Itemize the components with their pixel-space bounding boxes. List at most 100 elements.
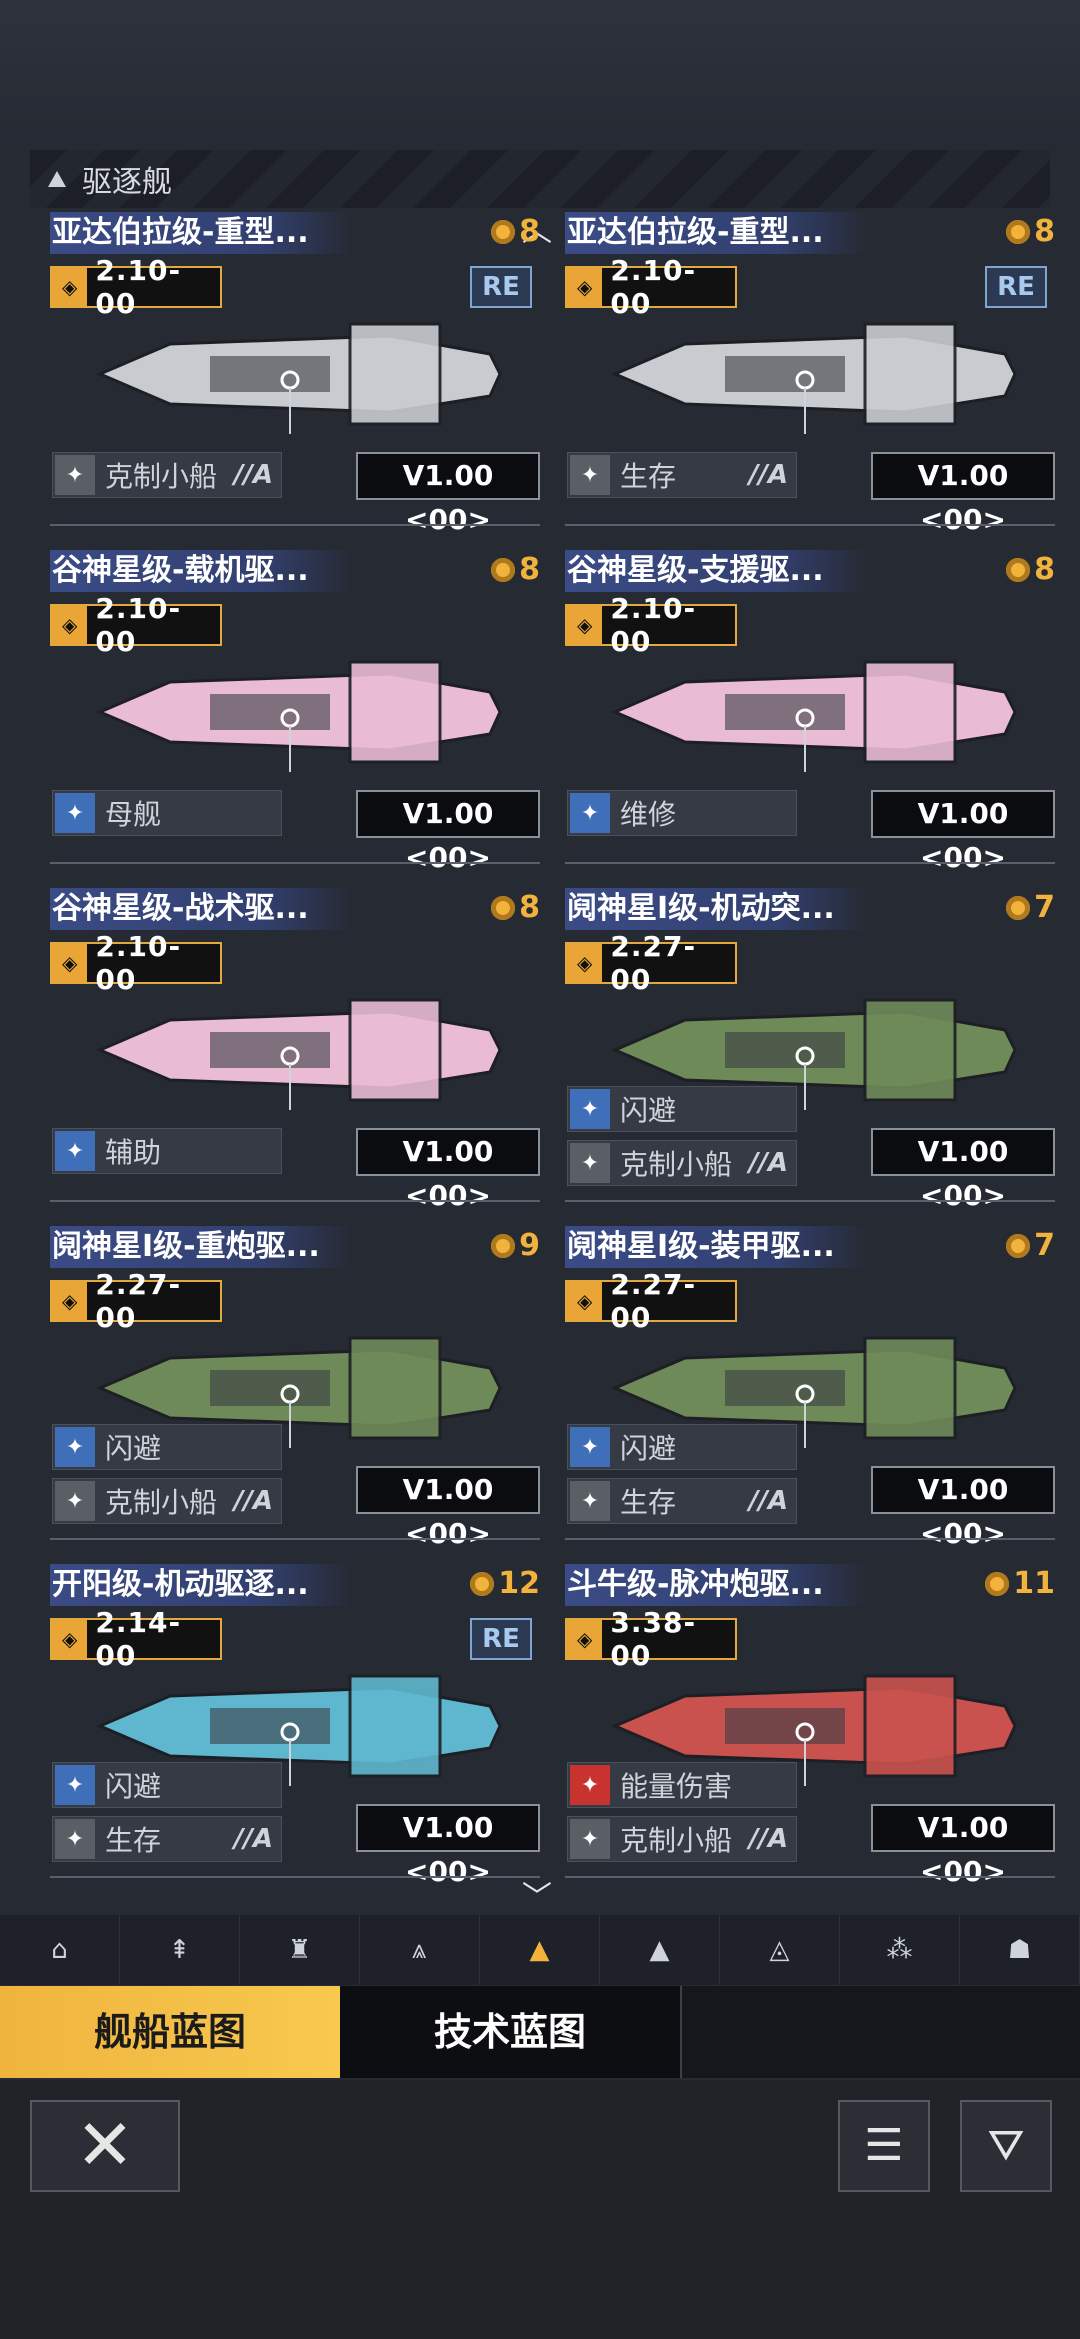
ship-role-tag: ✦ 生存 //A [567,452,797,498]
ship-version-badge: ◈ 2.10-00 [565,592,737,658]
ship-type-filter-icon[interactable]: ♜ [240,1915,360,1985]
role-label: 克制小船 [620,1148,733,1181]
ship-rank: 11 [985,1566,1055,1601]
ship-version-badge: ◈ 2.10-00 [565,254,737,320]
ship-name: 亚达伯拉级-重型... [50,212,352,254]
ship-version-badge: ◈ 2.10-00 [50,592,222,658]
clipboard-button[interactable]: ☰ [838,2100,930,2192]
ship-role-tag: ✦ 闪避 [52,1762,282,1808]
rank-medal-icon [1006,895,1031,920]
role-label: 闪避 [620,1432,677,1465]
version-icon: ◈ [567,944,603,982]
ship-card[interactable]: 阋神星I级-重炮驱... 9 ◈ 2.27-00 ✦ 闪避 ✦ 克制小船 //A… [50,1226,540,1550]
version-icon: ◈ [567,1282,603,1320]
rank-value: 8 [519,214,540,249]
ship-role-tag: ✦ 克制小船 //A [567,1140,797,1186]
rank-value: 8 [1034,214,1055,249]
rank-medal-icon [1006,557,1031,582]
role-label: 闪避 [105,1432,162,1465]
ship-image [90,980,510,1120]
ship-illustration-icon [96,322,502,434]
re-badge: RE [470,1618,532,1660]
role-grade: //A [233,460,273,490]
tab-ship-blueprint[interactable]: 舰船蓝图 [0,1986,340,2078]
ship-type-filter-icon[interactable]: ⌂ [0,1915,120,1985]
scale-ruler [50,852,540,864]
ship-version-badge: ◈ 2.27-00 [565,1268,737,1334]
rank-medal-icon [1006,219,1031,244]
release-version: V1.00 <00> [871,1466,1055,1550]
release-version: V1.00 <00> [356,452,540,536]
release-version: V1.00 <00> [356,790,540,874]
version-icon: ◈ [52,268,88,306]
rank-value: 7 [1034,890,1055,925]
ship-card[interactable]: 亚达伯拉级-重型... 8 ◈ 2.10-00 RE ✦ 克制小船 //A V1… [50,212,540,536]
ship-name: 阋神星I级-装甲驱... [565,1226,867,1268]
scale-ruler [565,514,1055,526]
ship-illustration-icon [611,660,1017,772]
scale-ruler [50,1866,540,1878]
role-icon: ✦ [570,1089,610,1129]
role-grade: //A [748,1824,788,1854]
top-background [0,0,1080,150]
release-version: V1.00 <00> [356,1466,540,1550]
role-icon: ✦ [55,1819,95,1859]
ship-card[interactable]: 斗牛级-脉冲炮驱... 11 ◈ 3.38-00 ✦ 能量伤害 ✦ 克制小船 /… [565,1564,1055,1888]
scroll-down-icon[interactable]: ﹀ [522,1872,552,1916]
scale-ruler [565,1190,1055,1202]
ship-rank: 8 [1006,552,1055,587]
rank-medal-icon [470,1571,495,1596]
rank-value: 8 [1034,552,1055,587]
role-label: 维修 [620,798,677,831]
role-icon: ✦ [570,1427,610,1467]
ship-rank: 7 [1006,1228,1055,1263]
ship-illustration-icon [96,998,502,1110]
tab-tech-blueprint[interactable]: 技术蓝图 [340,1986,682,2078]
ship-role-tag: ✦ 闪避 [52,1424,282,1470]
ship-card[interactable]: 阋神星I级-机动突... 7 ◈ 2.27-00 ✦ 闪避 ✦ 克制小船 //A… [565,888,1055,1212]
ship-card[interactable]: 阋神星I级-装甲驱... 7 ◈ 2.27-00 ✦ 闪避 ✦ 生存 //A V… [565,1226,1055,1550]
destroyer-icon [48,171,66,187]
role-icon: ✦ [55,793,95,833]
re-badge: RE [470,266,532,308]
ship-card[interactable]: 谷神星级-战术驱... 8 ◈ 2.10-00 ✦ 辅助 V1.00 <00> [50,888,540,1212]
ship-card[interactable]: 开阳级-机动驱逐... 12 ◈ 2.14-00 RE ✦ 闪避 ✦ 生存 //… [50,1564,540,1888]
version-icon: ◈ [52,1620,88,1658]
role-label: 生存 [105,1824,162,1857]
role-icon: ✦ [570,1143,610,1183]
ship-type-filter-icon[interactable]: ☗ [960,1915,1080,1985]
ship-type-filter-icon[interactable]: ⁂ [840,1915,960,1985]
role-label: 生存 [620,1486,677,1519]
ship-type-filter-icon[interactable]: ▲ [480,1915,600,1985]
version-icon: ◈ [52,944,88,982]
ship-type-filter-icon[interactable]: ▲ [600,1915,720,1985]
ship-card[interactable]: 谷神星级-支援驱... 8 ◈ 2.10-00 ✦ 维修 V1.00 <00> [565,550,1055,874]
filter-button[interactable]: ⛛ [960,2100,1052,2192]
ship-type-filter-icon[interactable]: ⩓ [360,1915,480,1985]
ship-image [605,304,1025,444]
release-version: V1.00 <00> [871,1128,1055,1212]
close-button[interactable]: ✕ [30,2100,180,2192]
role-icon: ✦ [570,455,610,495]
ship-name: 亚达伯拉级-重型... [565,212,867,254]
ship-version-badge: ◈ 2.14-00 [50,1606,222,1672]
ship-type-filter-icon[interactable]: ⇞ [120,1915,240,1985]
ship-role-tag: ✦ 能量伤害 [567,1762,797,1808]
ship-version-badge: ◈ 2.27-00 [565,930,737,996]
role-label: 闪避 [620,1094,677,1127]
ship-card[interactable]: 谷神星级-载机驱... 8 ◈ 2.10-00 ✦ 母舰 V1.00 <00> [50,550,540,874]
ship-rank: 9 [491,1228,540,1263]
version-icon: ◈ [567,606,603,644]
ship-role-tag: ✦ 闪避 [567,1424,797,1470]
ship-rank: 8 [1006,214,1055,249]
ship-rank: 7 [1006,890,1055,925]
re-badge: RE [985,266,1047,308]
ship-type-filter-icon[interactable]: ◬ [720,1915,840,1985]
ship-role-tag: ✦ 辅助 [52,1128,282,1174]
role-label: 辅助 [105,1136,162,1169]
ship-card[interactable]: 亚达伯拉级-重型... 8 ◈ 2.10-00 RE ✦ 生存 //A V1.0… [565,212,1055,536]
role-icon: ✦ [55,1131,95,1171]
role-grade: //A [233,1486,273,1516]
role-label: 闪避 [105,1770,162,1803]
scale-ruler [565,1528,1055,1540]
